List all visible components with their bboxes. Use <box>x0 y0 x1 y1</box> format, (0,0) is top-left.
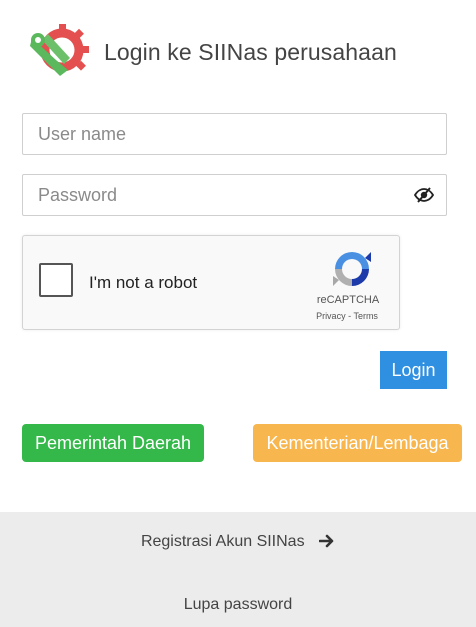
recaptcha-terms-link[interactable]: Terms <box>353 311 378 321</box>
username-field[interactable] <box>22 113 447 155</box>
password-input[interactable] <box>23 175 446 215</box>
recaptcha-checkbox[interactable] <box>39 263 73 297</box>
recaptcha-widget: I'm not a robot reCAPTCHA Privacy - Term… <box>22 235 400 330</box>
username-input[interactable] <box>23 114 446 154</box>
recaptcha-label: I'm not a robot <box>89 273 198 292</box>
recaptcha-logo-icon <box>333 252 371 286</box>
kementerian-lembaga-button[interactable]: Kementerian/Lembaga <box>253 424 462 462</box>
forgot-password-link[interactable]: Lupa password <box>0 596 476 614</box>
arrow-right-icon <box>319 534 334 548</box>
recaptcha-separator: - <box>348 311 352 321</box>
register-link[interactable]: Registrasi Akun SIINas <box>0 533 476 551</box>
login-button[interactable]: Login <box>380 351 447 389</box>
recaptcha-privacy-link[interactable]: Privacy <box>316 311 346 321</box>
page-title: Login ke SIINas perusahaan <box>104 38 397 65</box>
password-field[interactable] <box>22 174 447 216</box>
footer: Registrasi Akun SIINas Lupa password <box>0 512 476 627</box>
recaptcha-links: Privacy - Terms <box>309 311 385 321</box>
recaptcha-brand: reCAPTCHA <box>316 294 380 306</box>
siinas-logo-icon <box>30 24 89 76</box>
pemerintah-daerah-button[interactable]: Pemerintah Daerah <box>22 424 204 462</box>
register-label: Registrasi Akun SIINas <box>140 533 305 550</box>
eye-slash-icon[interactable] <box>414 186 434 204</box>
page-header: Login ke SIINas perusahaan <box>26 22 397 82</box>
